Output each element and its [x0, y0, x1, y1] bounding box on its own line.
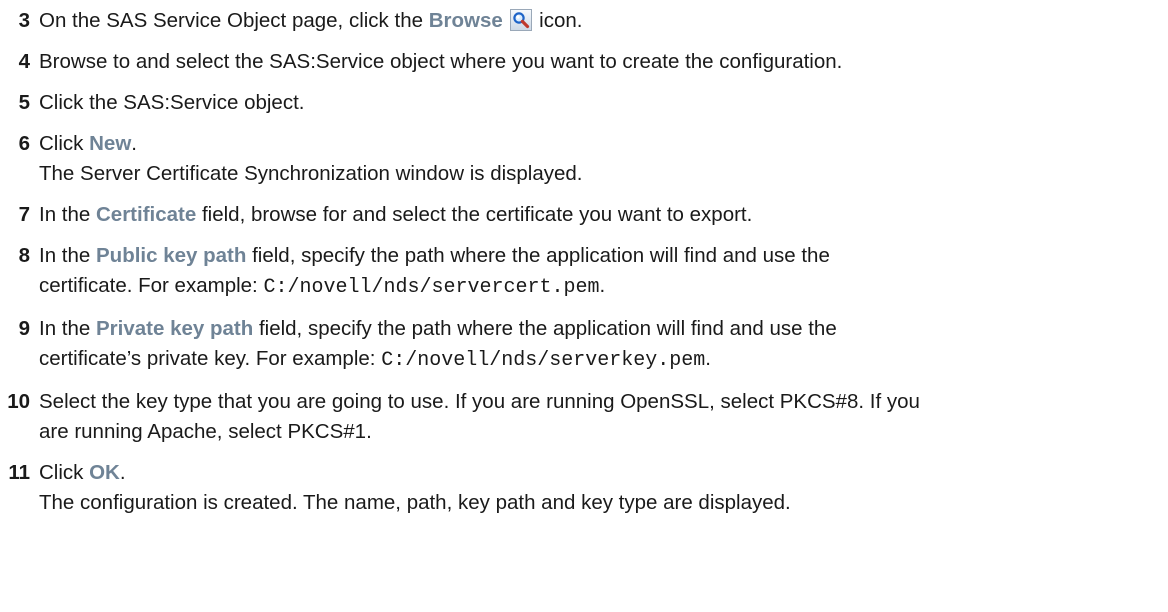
step-number: 4 — [18, 50, 30, 73]
browse-magnifier-icon — [510, 9, 533, 31]
step-number: 6 — [18, 132, 30, 155]
step-11-note: The configuration is created. The name, … — [39, 491, 791, 514]
step-9: 9 In the Private key path field, specify… — [0, 314, 1168, 376]
step-text: In the — [39, 317, 96, 340]
private-key-path-example: C:/novell/nds/serverkey.pem — [381, 349, 706, 372]
step-text-end: . — [599, 274, 606, 297]
public-key-path-label: Public key path — [96, 244, 247, 267]
step-number: 5 — [18, 91, 30, 114]
step-number: 9 — [18, 317, 30, 340]
step-11: 11 Click OK. — [0, 458, 1168, 488]
step-text-end: field, browse for and select the certifi… — [196, 203, 753, 226]
step-text-end: . — [131, 132, 137, 155]
step-4: 4 Browse to and select the SAS:Service o… — [0, 47, 1168, 77]
step-number: 8 — [18, 244, 30, 267]
step-text-end: icon. — [533, 9, 583, 32]
step-text-line2: are running Apache, select PKCS#1. — [39, 420, 372, 443]
step-7: 7 In the Certificate field, browse for a… — [0, 200, 1168, 230]
step-text-mid: field, specify the path where the applic… — [253, 317, 837, 340]
step-5: 5 Click the SAS:Service object. — [0, 88, 1168, 118]
step-text-mid: field, specify the path where the applic… — [246, 244, 830, 267]
step-text: On the SAS Service Object page, click th… — [39, 9, 429, 32]
step-number: 7 — [18, 203, 30, 226]
instruction-steps: 3 On the SAS Service Object page, click … — [0, 6, 1168, 518]
step-text: Click the SAS:Service object. — [39, 91, 305, 114]
public-key-path-example: C:/novell/nds/servercert.pem — [263, 276, 600, 299]
step-text: Select the key type that you are going t… — [39, 390, 920, 413]
step-6: 6 Click New. — [0, 129, 1168, 159]
step-10: 10 Select the key type that you are goin… — [0, 387, 1168, 447]
certificate-label: Certificate — [96, 203, 197, 226]
step-text-line2: certificate’s private key. For example: — [39, 347, 382, 370]
step-number: 11 — [8, 461, 30, 484]
step-text: In the — [39, 244, 96, 267]
step-text: Click — [39, 132, 90, 155]
step-3: 3 On the SAS Service Object page, click … — [0, 6, 1168, 36]
step-6-note: The Server Certificate Synchronization w… — [39, 162, 583, 185]
step-text-end: . — [119, 461, 126, 484]
step-text-end: . — [705, 347, 711, 370]
ok-label: OK — [89, 461, 120, 484]
new-label: New — [89, 132, 132, 155]
step-text: In the — [39, 203, 96, 226]
step-number: 10 — [7, 390, 30, 413]
step-text-line2: certificate. For example: — [39, 274, 264, 297]
browse-label: Browse — [428, 9, 503, 32]
step-text: Browse to and select the SAS:Service obj… — [39, 50, 843, 73]
step-number: 3 — [18, 9, 30, 32]
step-8: 8 In the Public key path field, specify … — [0, 241, 1168, 303]
step-text: Click — [39, 461, 90, 484]
private-key-path-label: Private key path — [96, 317, 254, 340]
